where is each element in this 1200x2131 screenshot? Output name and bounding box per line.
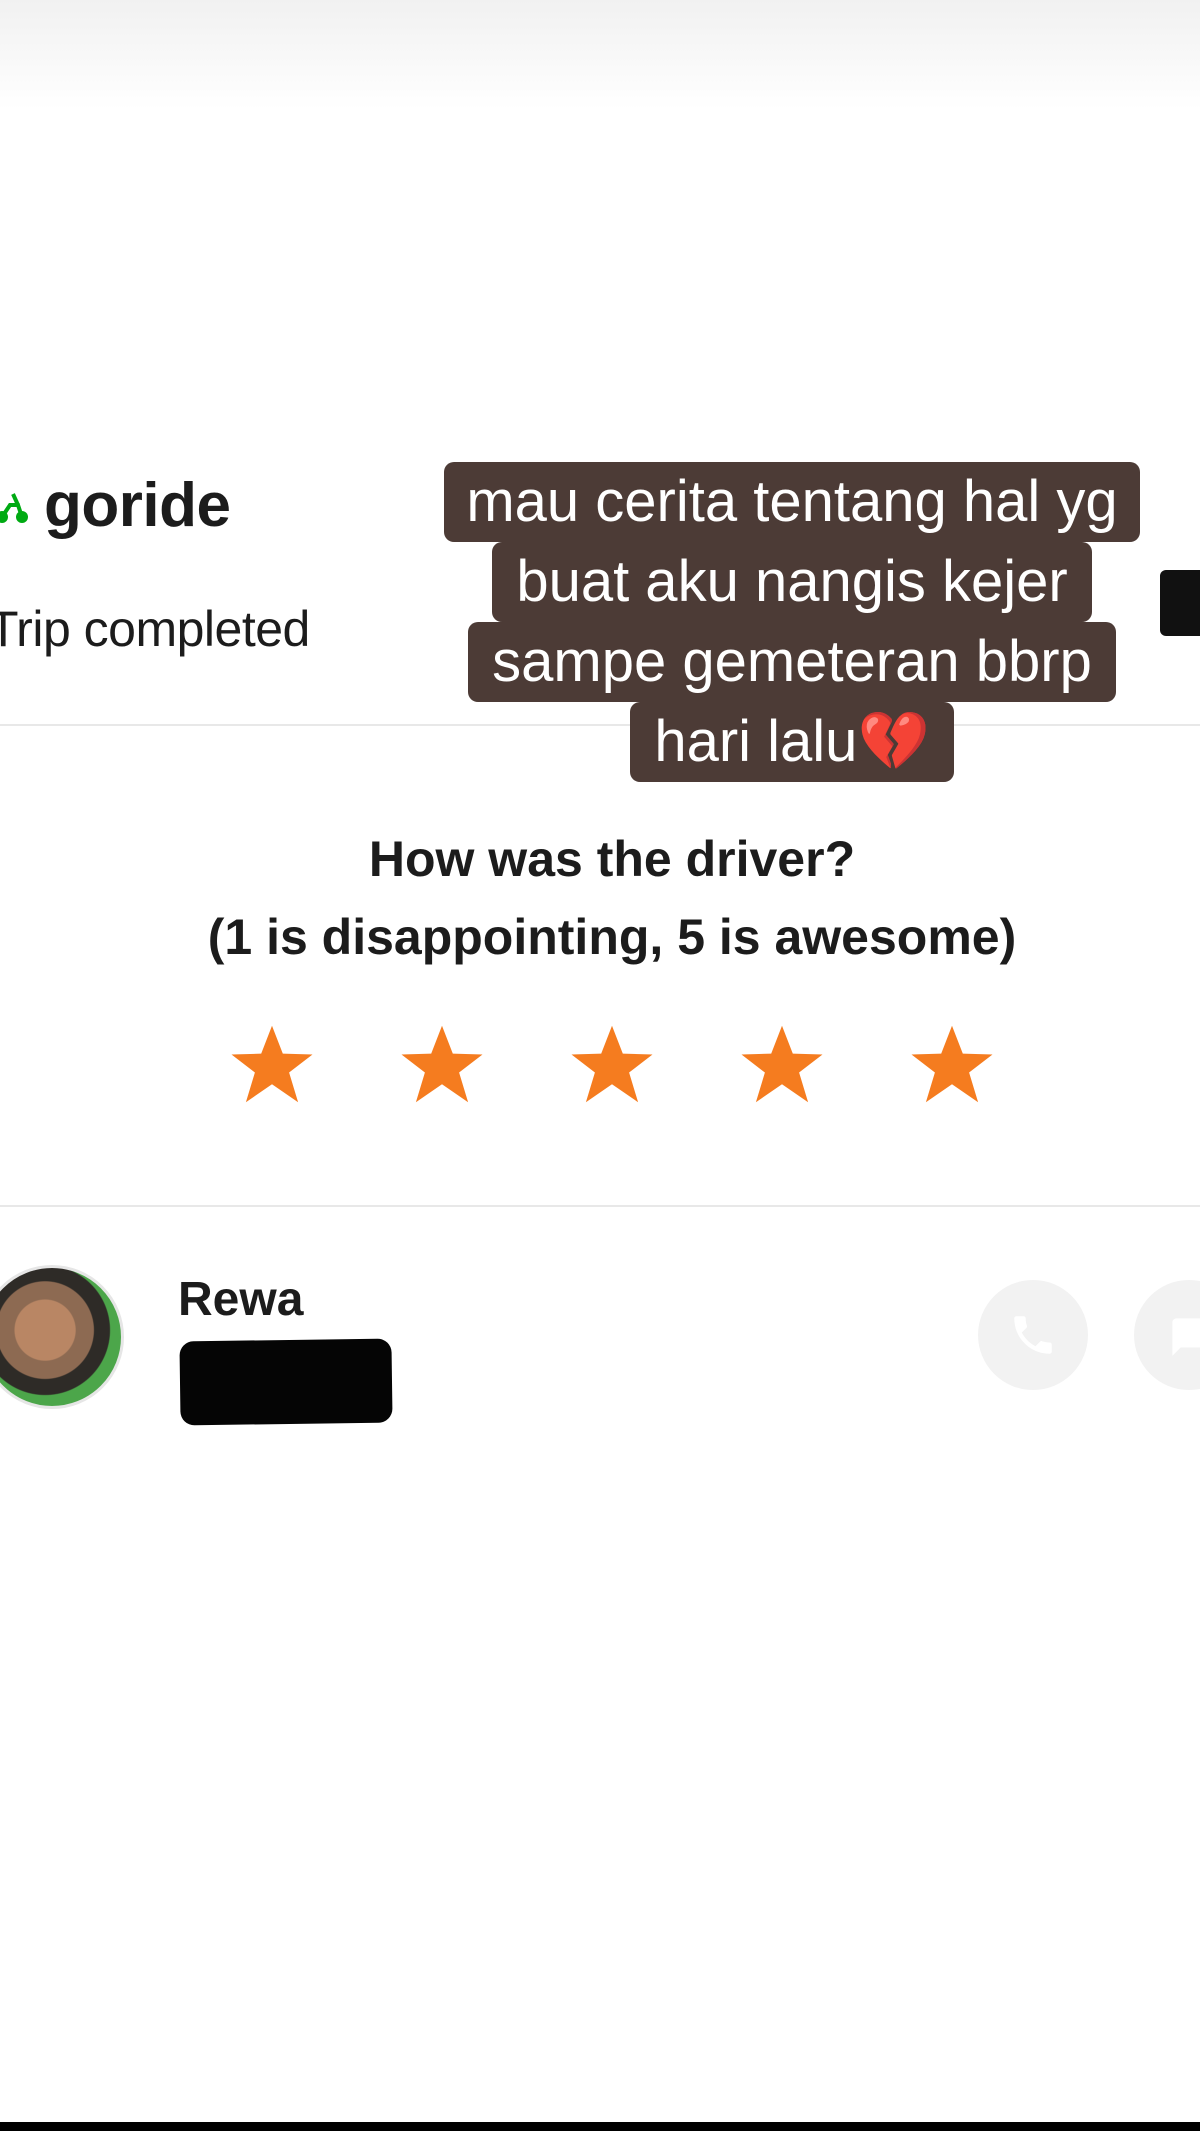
chat-icon — [1172, 1318, 1200, 1356]
chat-button[interactable] — [1134, 1280, 1200, 1390]
redaction-mark — [1160, 570, 1200, 636]
redaction-mark — [179, 1338, 393, 1426]
caption-line: sampe gemeteran bbrp — [468, 622, 1116, 702]
caption-line: mau cerita tentang hal yg — [444, 462, 1140, 542]
scooter-icon — [0, 492, 28, 523]
star-3[interactable] — [567, 1020, 657, 1108]
star-icon — [401, 1025, 483, 1103]
star-rating — [0, 1020, 1200, 1108]
brand: goride — [0, 470, 231, 541]
driver-avatar — [0, 1265, 124, 1409]
rating-question: How was the driver? — [368, 831, 856, 887]
phone-icon — [1014, 1316, 1052, 1354]
star-1[interactable] — [227, 1020, 317, 1108]
caption-text: hari lalu — [654, 709, 858, 774]
call-button[interactable] — [978, 1280, 1088, 1390]
star-icon — [911, 1025, 993, 1103]
status-area — [0, 0, 1200, 110]
star-4[interactable] — [737, 1020, 827, 1108]
broken-heart-icon: 💔 — [857, 709, 930, 774]
caption-line-last: hari lalu💔 — [630, 702, 954, 782]
rating-prompt: How was the driver? (1 is disappointing,… — [0, 820, 1200, 976]
star-icon — [231, 1025, 313, 1103]
brand-name: goride — [44, 471, 231, 540]
story-caption: mau cerita tentang hal yg buat aku nangi… — [372, 462, 1200, 782]
driver-name: Rewa — [178, 1273, 304, 1326]
trip-status: Trip completed — [0, 601, 310, 657]
star-2[interactable] — [397, 1020, 487, 1108]
star-5[interactable] — [907, 1020, 997, 1108]
caption-line: buat aku nangis kejer — [492, 542, 1092, 622]
star-icon — [571, 1025, 653, 1103]
bottom-bar — [0, 2122, 1200, 2131]
rating-hint: (1 is disappointing, 5 is awesome) — [207, 909, 1017, 965]
divider — [0, 1205, 1200, 1207]
screen: goride Trip completed How was the driver… — [0, 0, 1200, 2131]
star-icon — [741, 1025, 823, 1103]
